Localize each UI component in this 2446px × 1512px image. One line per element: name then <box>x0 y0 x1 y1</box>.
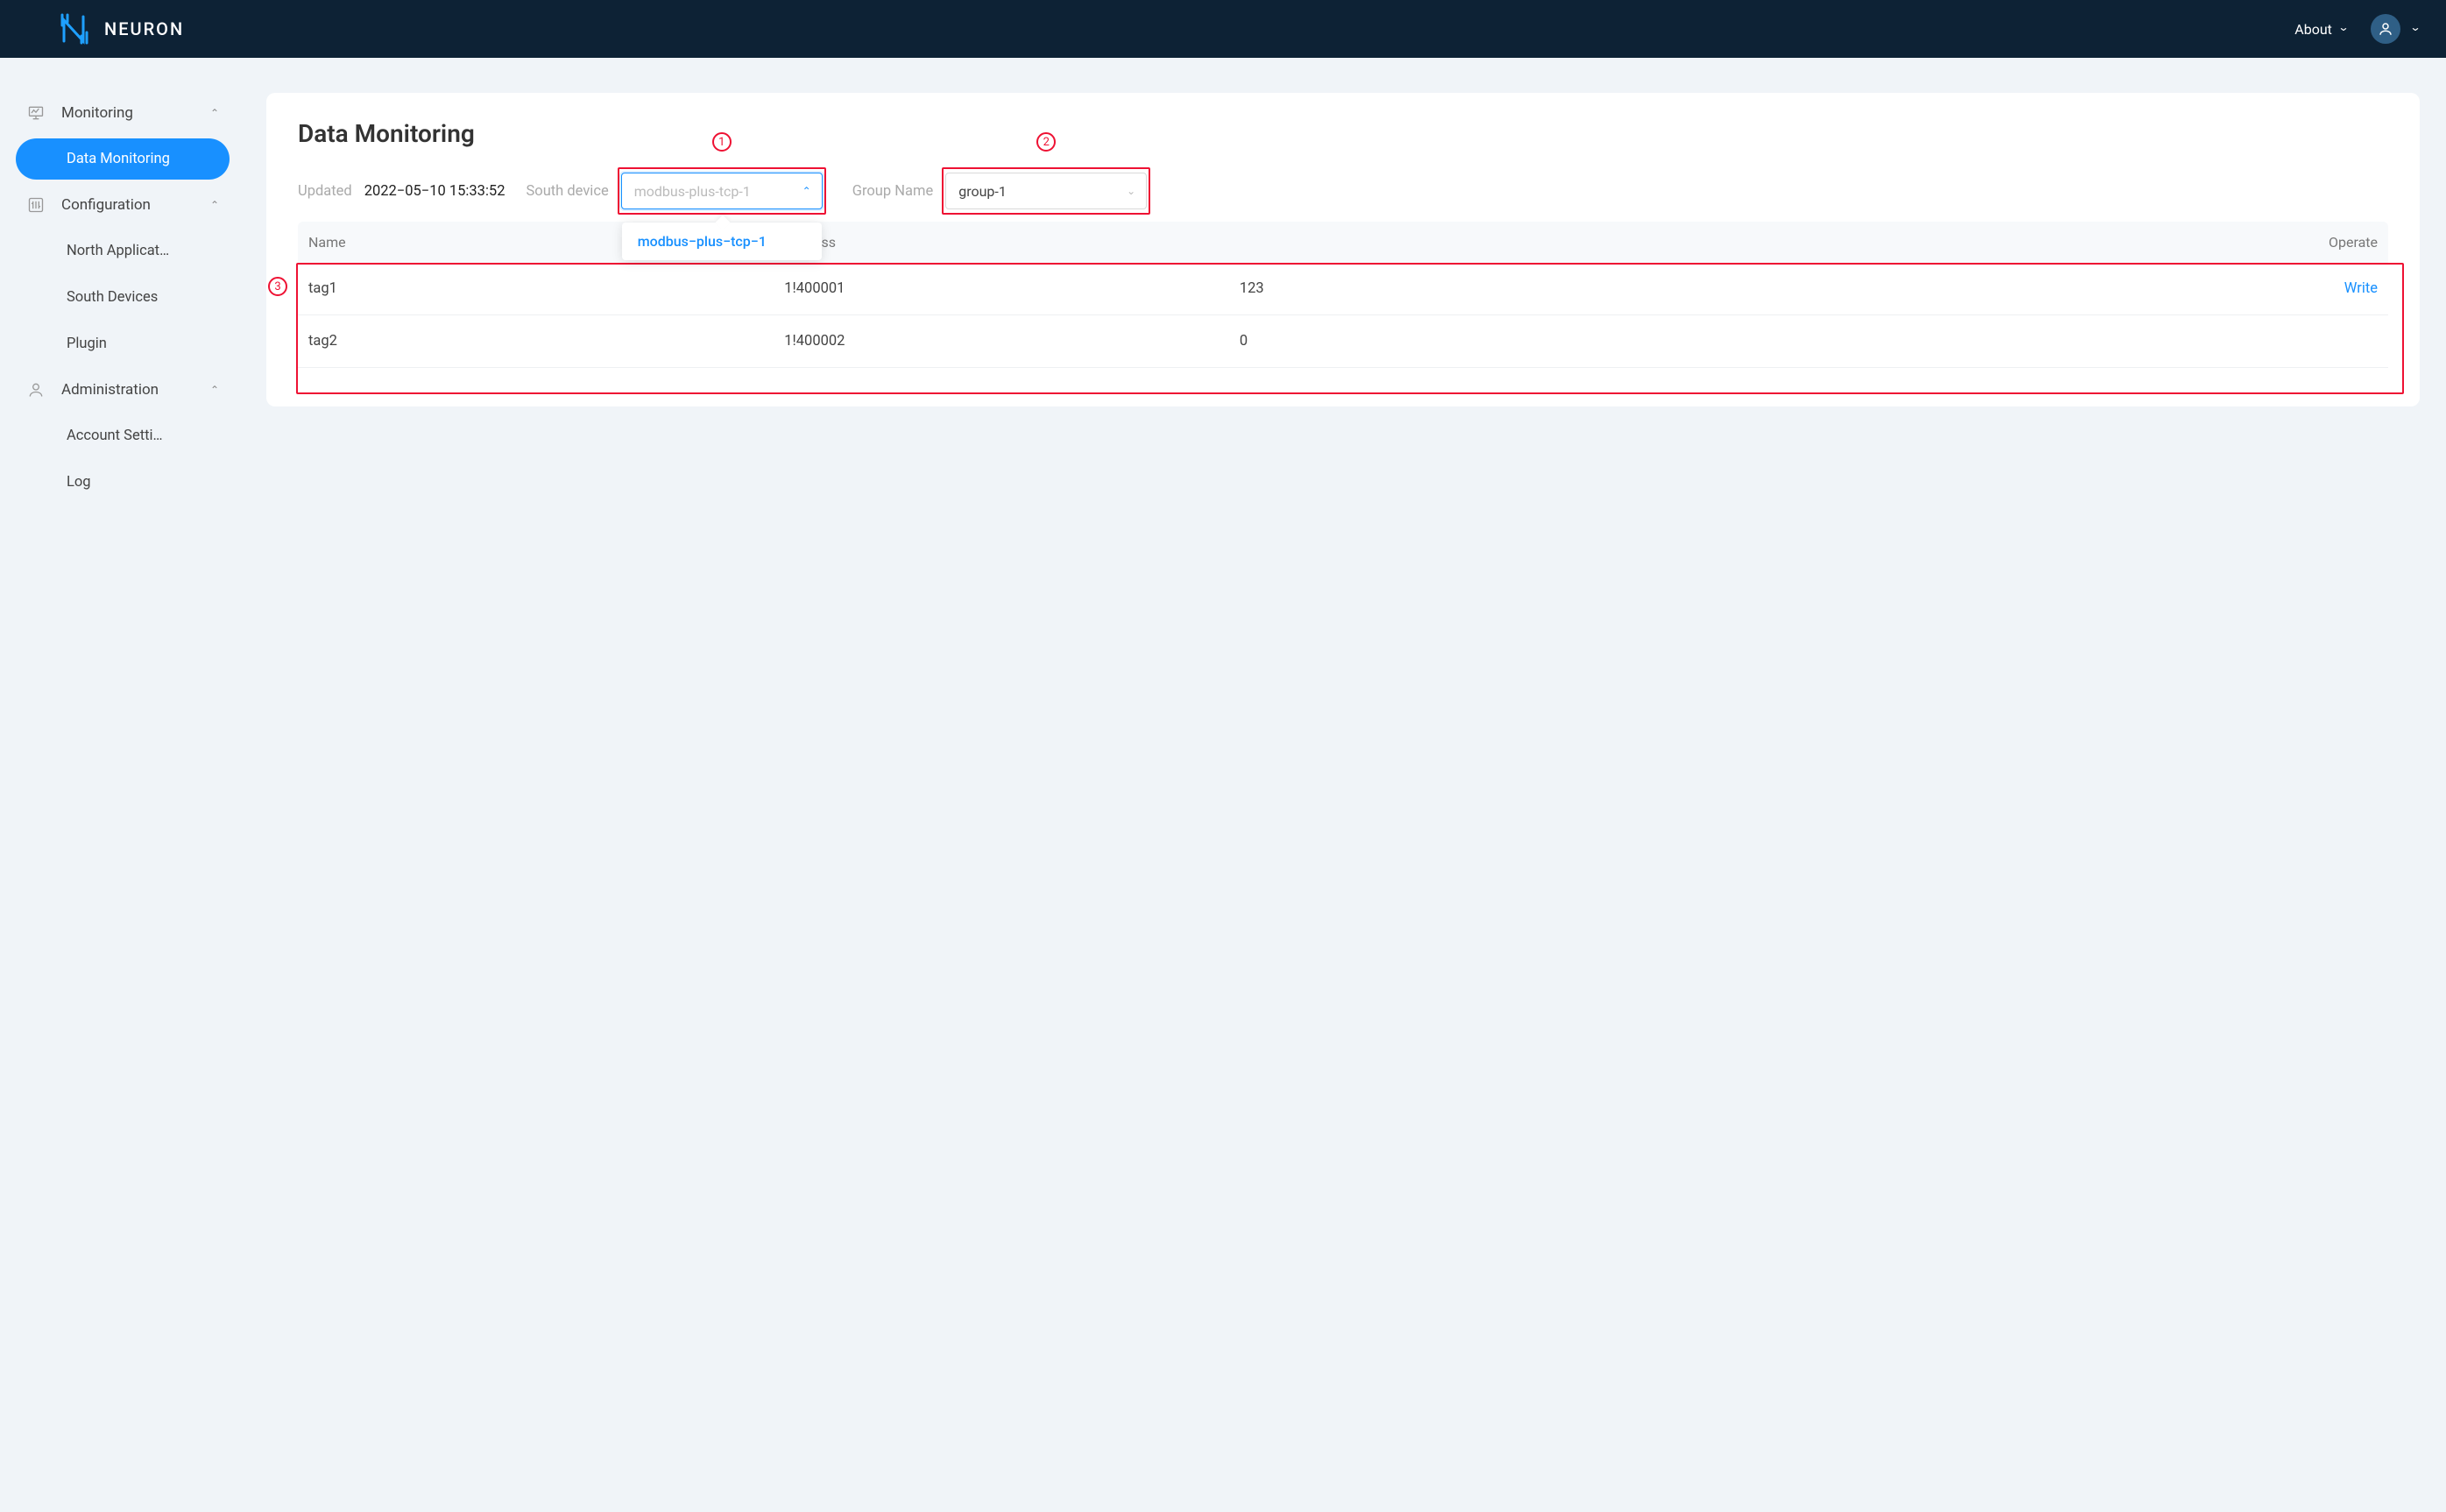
sidebar-item-log[interactable]: Log <box>16 462 230 503</box>
chevron-down-icon <box>2411 23 2420 35</box>
avatar <box>2371 14 2400 44</box>
chevron-down-icon <box>2339 23 2348 35</box>
col-header-value <box>1240 234 2299 251</box>
about-menu[interactable]: About <box>2294 21 2348 38</box>
south-device-label: South device <box>526 183 608 200</box>
annotation-badge-3: 3 <box>268 277 287 296</box>
brand: NEURON <box>57 11 184 46</box>
brand-name: NEURON <box>104 18 184 39</box>
col-header-address: Address <box>784 234 1240 251</box>
select-placeholder: modbus-plus-tcp-1 <box>634 183 751 200</box>
sidebar-item-north-application[interactable]: North Applicat… <box>16 230 230 272</box>
sidebar-group-label: Configuration <box>61 196 151 214</box>
cell-name: tag1 <box>308 280 784 297</box>
table-row: tag1 1!400001 123 Write <box>298 263 2388 315</box>
cell-address: 1!400001 <box>784 280 1240 297</box>
data-table: Name Address Operate 3 tag1 1!400001 123… <box>298 222 2388 368</box>
cell-value: 123 <box>1240 280 2299 297</box>
monitor-icon <box>26 103 46 123</box>
page-card: Data Monitoring Updated 2022−05−10 15:33… <box>266 93 2420 406</box>
south-device-select-wrap: 1 modbus-plus-tcp-1 ⌃ modbus−plus−tcp−1 <box>621 173 823 209</box>
sidebar-group-monitoring[interactable]: Monitoring ⌃ <box>11 93 235 133</box>
chevron-down-icon: ⌄ <box>1127 185 1135 197</box>
sidebar-item-plugin[interactable]: Plugin <box>16 323 230 364</box>
app-header: NEURON About <box>0 0 2446 58</box>
sidebar-group-label: Administration <box>61 381 159 399</box>
group-name-select[interactable]: group-1 ⌄ <box>945 173 1147 209</box>
south-device-dropdown: modbus−plus−tcp−1 <box>622 223 822 260</box>
chevron-up-icon: ⌃ <box>802 185 811 197</box>
header-right: About <box>2294 14 2420 44</box>
group-name-select-wrap: 2 group-1 ⌄ <box>945 173 1147 209</box>
col-header-operate: Operate <box>2299 234 2378 251</box>
sidebar: Monitoring ⌃ Data Monitoring Configurati… <box>0 58 245 508</box>
cell-operate <box>2299 333 2378 350</box>
south-device-select[interactable]: modbus-plus-tcp-1 ⌃ modbus−plus−tcp−1 <box>621 173 823 209</box>
chevron-up-icon: ⌃ <box>210 199 219 211</box>
updated-value: 2022−05−10 15:33:52 <box>364 183 505 200</box>
chevron-up-icon: ⌃ <box>210 384 219 396</box>
updated-label: Updated <box>298 183 352 200</box>
sliders-icon <box>26 195 46 215</box>
chevron-up-icon: ⌃ <box>210 107 219 119</box>
sidebar-group-configuration[interactable]: Configuration ⌃ <box>11 185 235 225</box>
group-name-label: Group Name <box>852 183 934 200</box>
sidebar-item-south-devices[interactable]: South Devices <box>16 277 230 318</box>
table-header-row: Name Address Operate <box>298 222 2388 263</box>
content-area: Data Monitoring Updated 2022−05−10 15:33… <box>245 58 2446 433</box>
cell-value: 0 <box>1240 333 2299 350</box>
cell-name: tag2 <box>308 333 784 350</box>
filter-row: Updated 2022−05−10 15:33:52 South device… <box>298 173 2388 209</box>
table-row: tag2 1!400002 0 <box>298 315 2388 368</box>
sidebar-group-label: Monitoring <box>61 104 133 122</box>
sidebar-item-account-settings[interactable]: Account Setti… <box>16 415 230 456</box>
dropdown-option-modbus[interactable]: modbus−plus−tcp−1 <box>622 223 822 260</box>
page-title: Data Monitoring <box>298 119 2388 148</box>
sidebar-group-administration[interactable]: Administration ⌃ <box>11 370 235 410</box>
about-label: About <box>2294 21 2332 38</box>
table-body-wrap: 3 tag1 1!400001 123 Write tag2 1!400002 … <box>298 263 2388 368</box>
cell-address: 1!400002 <box>784 333 1240 350</box>
select-value: group-1 <box>958 183 1007 200</box>
user-icon <box>26 380 46 399</box>
write-button[interactable]: Write <box>2299 280 2378 297</box>
user-menu[interactable] <box>2371 14 2420 44</box>
brand-logo-icon <box>57 11 92 46</box>
sidebar-item-data-monitoring[interactable]: Data Monitoring <box>16 138 230 180</box>
